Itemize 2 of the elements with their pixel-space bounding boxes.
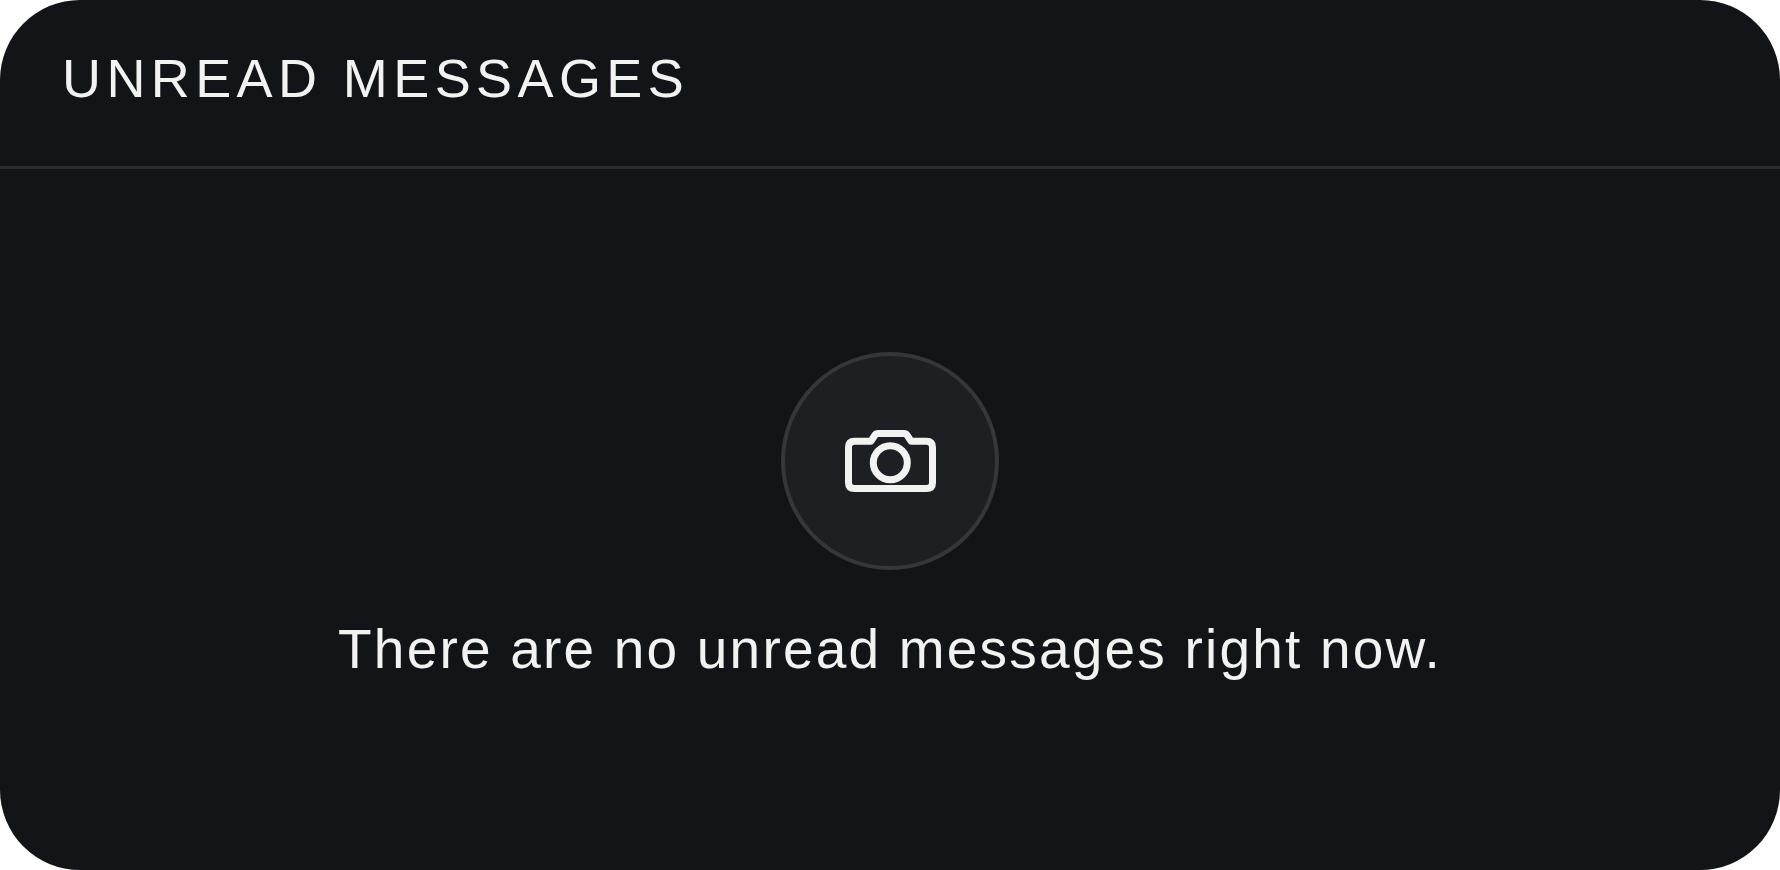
section-title: UNREAD MESSAGES	[62, 49, 690, 109]
empty-state-message: There are no unread messages right now.	[338, 618, 1442, 682]
